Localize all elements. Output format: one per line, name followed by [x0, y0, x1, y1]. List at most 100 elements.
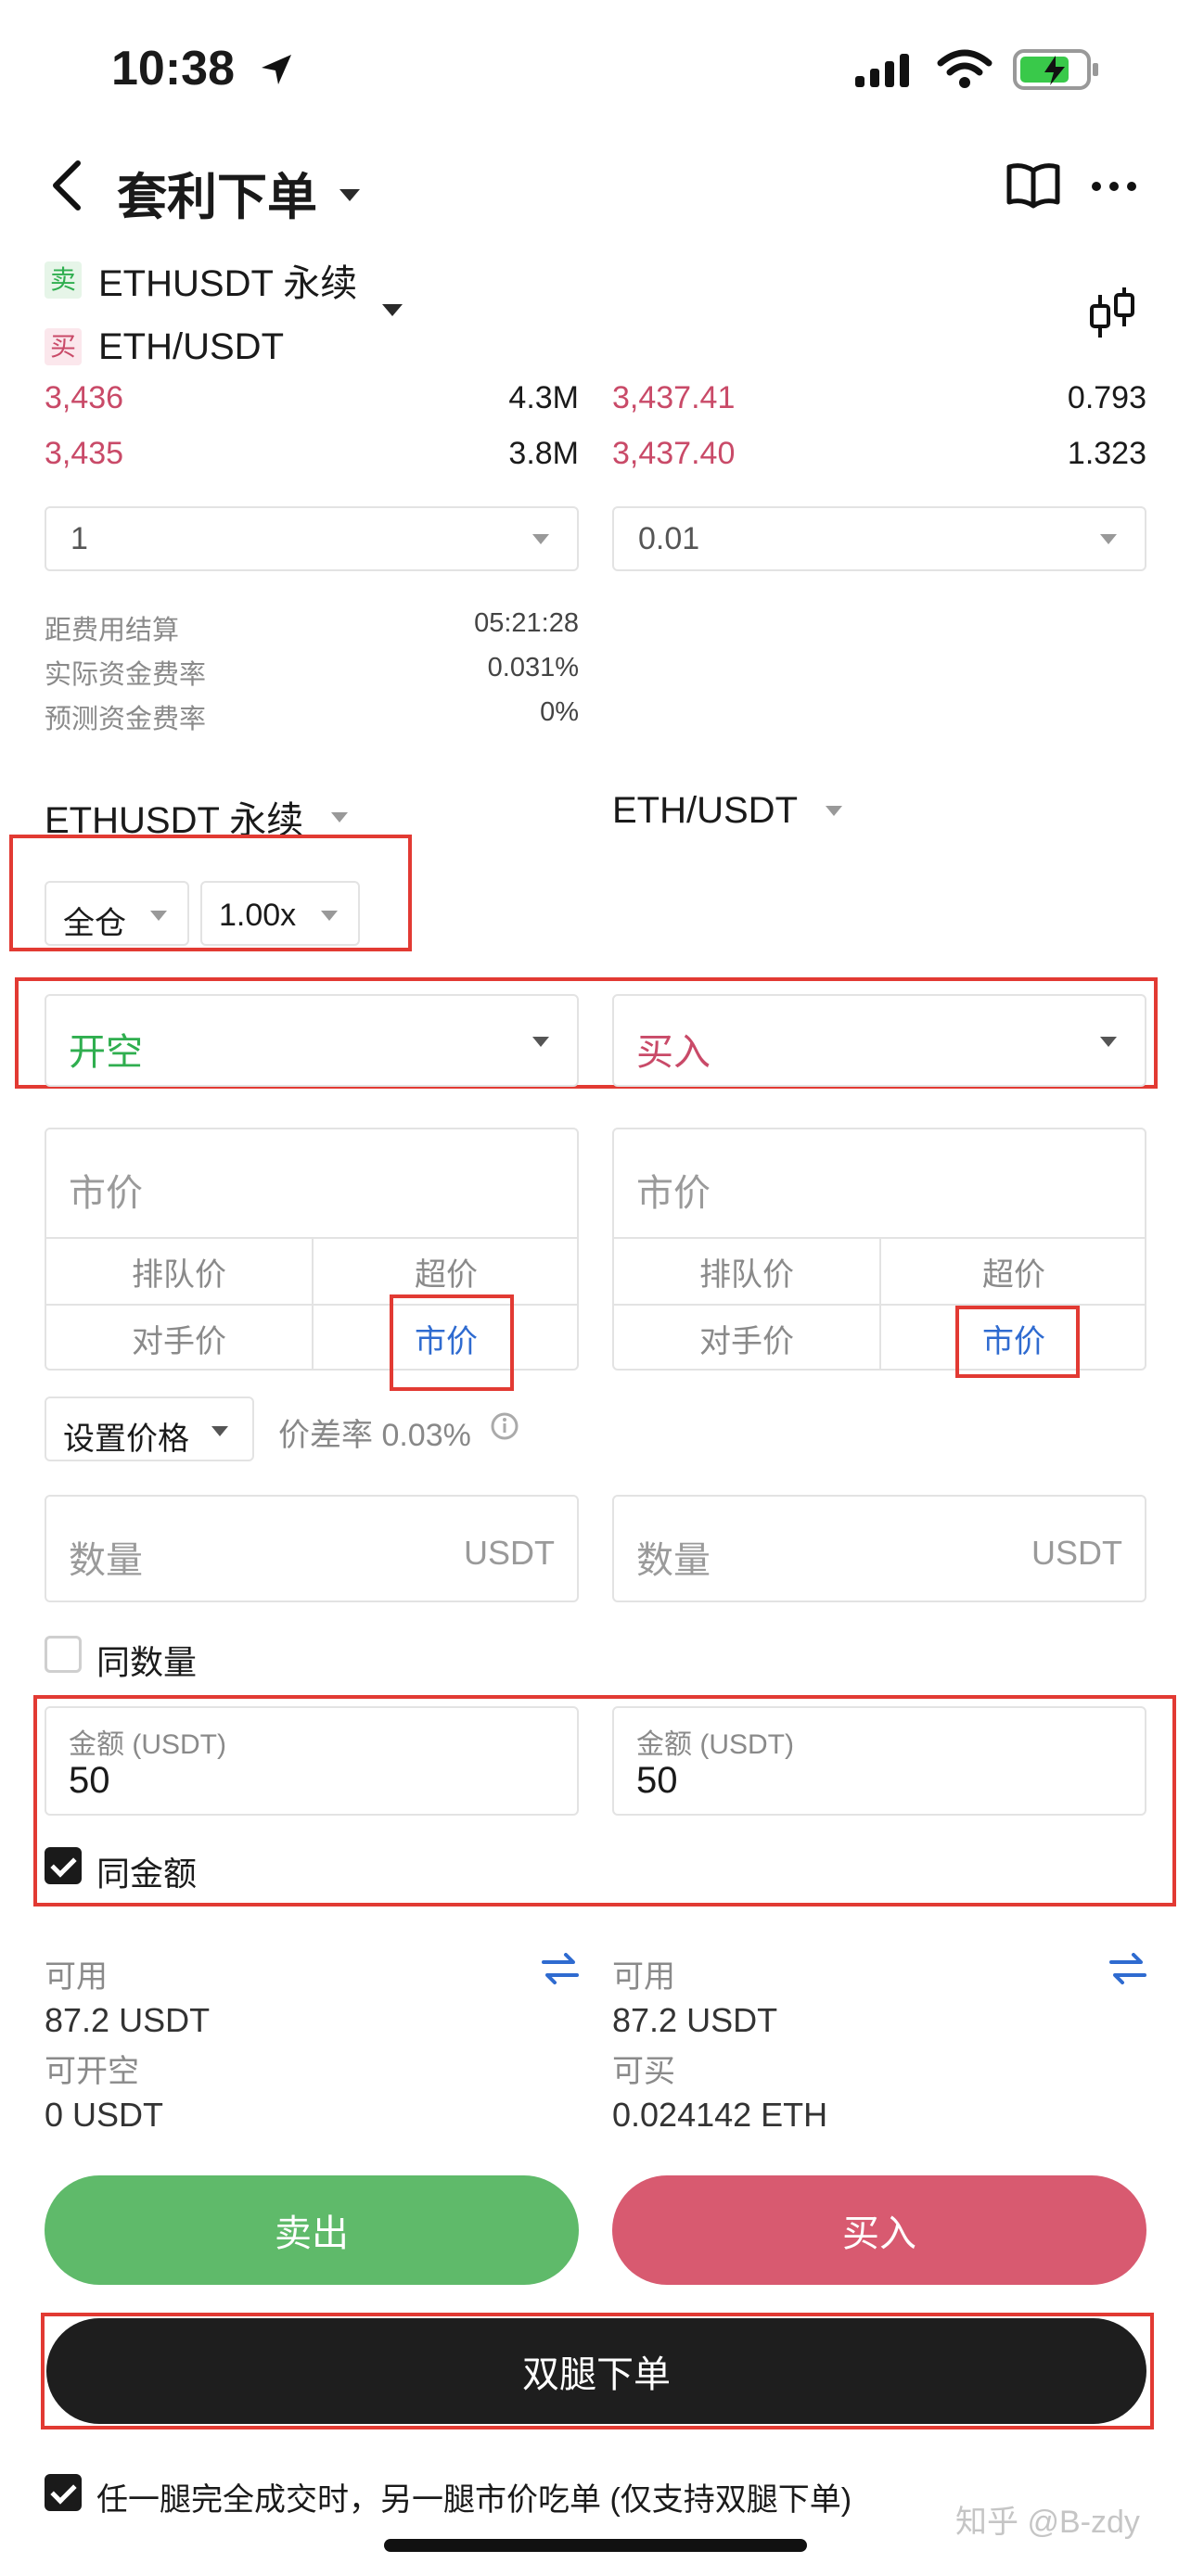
left-size-1: 4.3M [508, 380, 579, 415]
same-amount-checkbox[interactable] [45, 1847, 82, 1884]
right-leg-selector[interactable]: ETH/USDT [612, 790, 842, 832]
book-icon[interactable] [1005, 161, 1061, 210]
info-icon[interactable] [490, 1411, 519, 1441]
left-side-select[interactable]: 开空 [45, 994, 579, 1087]
funding-label-2: 实际资金费率 [45, 660, 207, 690]
left-size-2: 3.8M [508, 436, 579, 471]
left-open-value: 0 USDT [45, 2096, 164, 2134]
funding-value-2: 0.031% [487, 653, 579, 682]
right-side-value: 买入 [636, 1032, 711, 1073]
market-fill-checkbox[interactable] [45, 2474, 82, 2511]
funding-label-1: 距费用结算 [45, 616, 180, 645]
chevron-down-icon [1100, 1037, 1117, 1047]
pair-selector[interactable]: 卖 ETHUSDT 永续 买 ETH/USDT [45, 256, 434, 376]
left-available-value: 87.2 USDT [45, 2001, 211, 2039]
funding-label-3: 预测资金费率 [45, 705, 207, 734]
back-icon[interactable] [48, 159, 85, 211]
leg2-name: ETH/USDT [98, 325, 284, 367]
right-precision-value: 0.01 [638, 521, 700, 556]
transfer-icon[interactable] [542, 1953, 579, 1984]
left-price-input[interactable]: 市价 [69, 1163, 143, 1217]
chevron-down-icon [339, 189, 360, 201]
right-open-label: 可买 [612, 2054, 675, 2089]
highlight-box-right-market [955, 1306, 1080, 1378]
right-price-option-overprice[interactable]: 超价 [881, 1239, 1146, 1304]
signal-icon [855, 54, 909, 87]
chevron-down-icon [1100, 534, 1117, 544]
right-price-option-queue[interactable]: 排队价 [614, 1239, 879, 1304]
same-quantity-checkbox[interactable] [45, 1636, 82, 1673]
right-price-1[interactable]: 3,437.41 [612, 380, 735, 416]
market-fill-label: 任一腿完全成交时，另一腿市价吃单 (仅支持双腿下单) [96, 2482, 852, 2518]
set-price-select[interactable]: 设置价格 [45, 1396, 254, 1461]
home-indicator[interactable] [384, 2539, 807, 2552]
chevron-down-icon [532, 1037, 549, 1047]
status-time: 10:38 [111, 42, 235, 96]
buy-button[interactable]: 买入 [612, 2175, 1146, 2285]
right-price-option-counter[interactable]: 对手价 [614, 1306, 879, 1371]
right-size-1: 0.793 [1067, 380, 1146, 415]
candlestick-icon[interactable] [1087, 286, 1137, 339]
right-leg-name: ETH/USDT [612, 790, 798, 831]
more-icon[interactable] [1091, 180, 1137, 193]
highlight-box-left-market [390, 1294, 514, 1391]
left-price-1[interactable]: 3,436 [45, 380, 123, 416]
left-price-option-counter[interactable]: 对手价 [46, 1306, 312, 1371]
right-price-input[interactable]: 市价 [636, 1163, 711, 1217]
set-price-label: 设置价格 [63, 1422, 189, 1457]
right-quantity-unit: USDT [1031, 1534, 1122, 1572]
left-available-label: 可用 [45, 1959, 108, 1995]
chevron-down-icon [321, 911, 338, 921]
chevron-down-icon [826, 806, 842, 816]
chevron-down-icon [382, 304, 403, 316]
left-amount-label: 金额 (USDT) [69, 1729, 226, 1760]
spread-rate: 价差率 0.03% [278, 1418, 471, 1453]
left-quantity-input[interactable]: 数量 USDT [45, 1495, 579, 1602]
buy-tag: 买 [45, 328, 82, 365]
location-icon [262, 55, 291, 84]
watermark: 知乎 @B-zdy [955, 2505, 1140, 2540]
left-open-label: 可开空 [45, 2054, 139, 2089]
funding-value-3: 0% [540, 697, 579, 727]
leverage-value: 1.00x [219, 898, 297, 933]
left-precision-select[interactable]: 1 [45, 506, 579, 571]
chevron-down-icon [532, 534, 549, 544]
left-precision-value: 1 [70, 521, 88, 556]
sell-tag: 卖 [45, 261, 82, 299]
left-side-value: 开空 [69, 1032, 143, 1073]
left-amount-input[interactable]: 金额 (USDT) 50 [45, 1706, 579, 1816]
right-precision-select[interactable]: 0.01 [612, 506, 1146, 571]
leverage-select[interactable]: 1.00x [200, 881, 360, 946]
left-price-2[interactable]: 3,435 [45, 436, 123, 472]
right-amount-value: 50 [636, 1760, 678, 1801]
same-amount-label: 同金额 [96, 1855, 198, 1893]
right-quantity-input[interactable]: 数量 USDT [612, 1495, 1146, 1602]
chevron-down-icon [150, 911, 167, 921]
right-amount-input[interactable]: 金额 (USDT) 50 [612, 1706, 1146, 1816]
battery-icon [1013, 49, 1098, 90]
right-available-label: 可用 [612, 1959, 675, 1995]
page-title-text: 套利下单 [117, 170, 317, 225]
right-amount-label: 金额 (USDT) [636, 1729, 794, 1760]
sell-button[interactable]: 卖出 [45, 2175, 579, 2285]
dual-leg-order-button[interactable]: 双腿下单 [46, 2318, 1146, 2424]
left-amount-value: 50 [69, 1760, 110, 1801]
transfer-icon[interactable] [1109, 1953, 1146, 1984]
right-available-value: 87.2 USDT [612, 2001, 778, 2039]
left-price-option-queue[interactable]: 排队价 [46, 1239, 312, 1304]
page-title[interactable]: 套利下单 [117, 156, 360, 229]
leg1-name: ETHUSDT 永续 [98, 263, 358, 304]
chevron-down-icon [331, 811, 349, 823]
margin-mode-select[interactable]: 全仓 [45, 881, 189, 946]
right-size-2: 1.323 [1067, 436, 1146, 471]
wifi-icon [937, 49, 992, 88]
funding-value-1: 05:21:28 [474, 608, 579, 638]
right-price-2[interactable]: 3,437.40 [612, 436, 735, 472]
left-quantity-placeholder: 数量 [69, 1540, 143, 1581]
right-quantity-placeholder: 数量 [636, 1540, 711, 1581]
right-side-select[interactable]: 买入 [612, 994, 1146, 1087]
same-quantity-label: 同数量 [96, 1643, 198, 1681]
margin-mode-value: 全仓 [63, 906, 126, 941]
right-open-value: 0.024142 ETH [612, 2096, 828, 2134]
left-quantity-unit: USDT [464, 1534, 555, 1572]
